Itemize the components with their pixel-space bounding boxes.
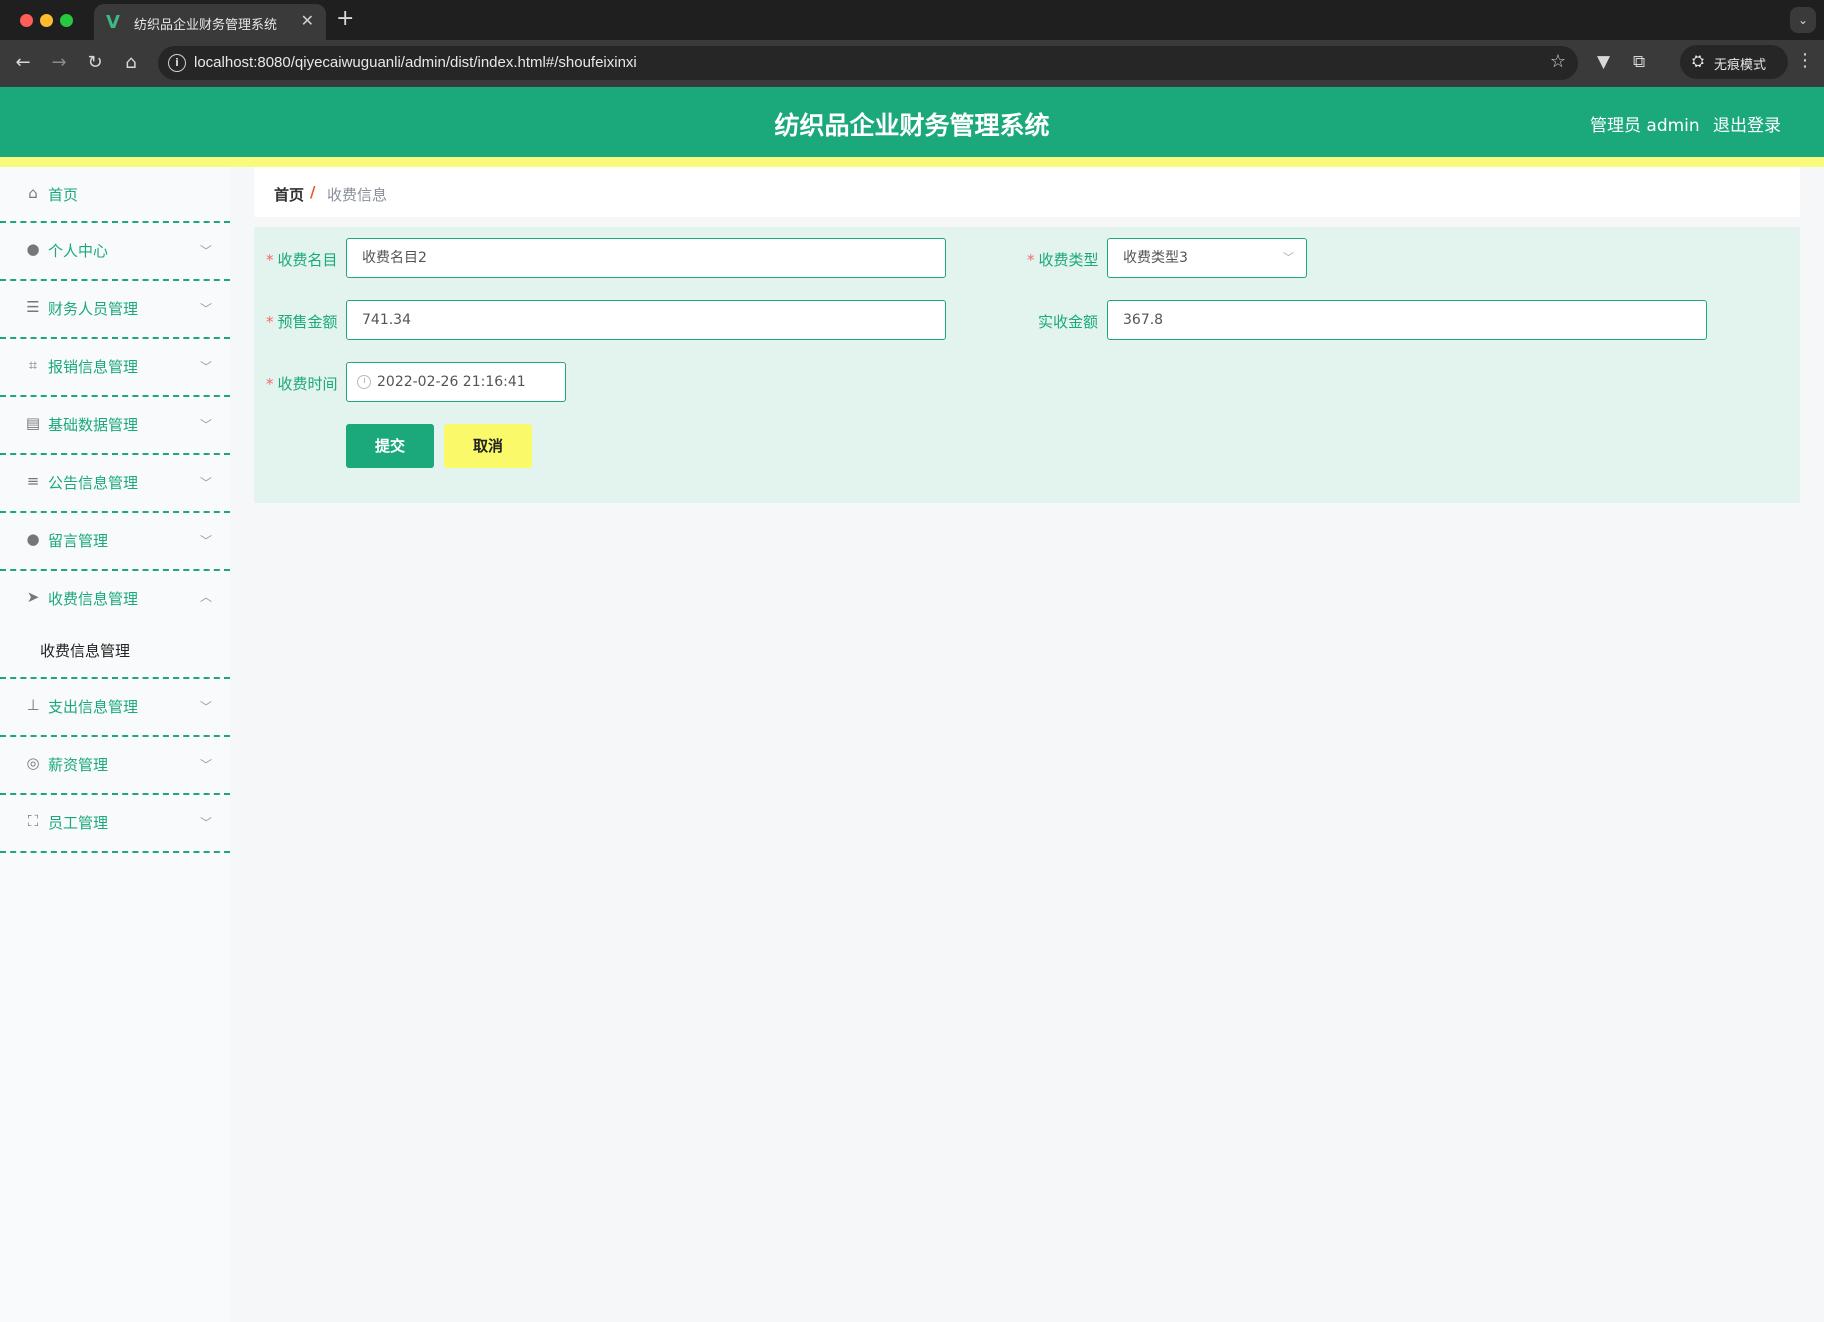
sidebar-item-label: 支出信息管理 xyxy=(48,698,139,716)
vue-devtools-icon[interactable]: ▼ xyxy=(1597,52,1610,72)
sidebar-item-label: 个人中心 xyxy=(48,242,109,260)
sidebar-item-base-data[interactable]: ▤ 基础数据管理 ﹀ xyxy=(0,397,230,455)
cancel-button[interactable]: 取消 xyxy=(444,424,532,468)
browser-toolbar: ← → ↻ ⌂ i localhost:8080/qiyecaiwuguanli… xyxy=(0,40,1824,87)
sidebar-item-label: 员工管理 xyxy=(48,814,109,832)
item-name-input[interactable]: 收费名目2 xyxy=(346,238,946,278)
current-user: 管理员 admin xyxy=(1590,116,1700,136)
new-tab-icon[interactable]: + xyxy=(336,6,354,31)
home-icon: ⌂ xyxy=(28,184,38,202)
sidebar-item-profile[interactable]: ● 个人中心 ﹀ xyxy=(0,223,230,281)
address-bar[interactable]: i localhost:8080/qiyecaiwuguanli/admin/d… xyxy=(158,46,1578,80)
chevron-down-icon: ﹀ xyxy=(200,816,213,830)
chevron-down-icon: ﹀ xyxy=(200,476,213,490)
submenu-item-charge-info[interactable]: 收费信息管理 xyxy=(40,640,130,661)
sidebar: ⌂ 首页 ● 个人中心 ﹀ ☰ 财务人员管理 ﹀ ⌗ 报销信息管理 ﹀ ▤ 基础… xyxy=(0,167,230,1322)
stamp-icon: ⊥ xyxy=(26,696,40,714)
charge-time-picker[interactable]: 2022-02-26 21:16:41 xyxy=(346,362,566,402)
list-icon: ≡ xyxy=(26,472,40,490)
close-icon[interactable]: ✕ xyxy=(301,11,314,30)
charge-time-value: 2022-02-26 21:16:41 xyxy=(377,374,526,390)
presale-amount-label: * 预售金额 xyxy=(266,313,338,331)
app-title: 纺织品企业财务管理系统 xyxy=(774,111,1050,140)
chevron-down-icon: ﹀ xyxy=(200,418,213,432)
fullscreen-icon: ⛶ xyxy=(27,812,39,830)
submit-button[interactable]: 提交 xyxy=(346,424,434,468)
sidebar-item-announcements[interactable]: ≡ 公告信息管理 ﹀ xyxy=(0,455,230,513)
back-icon[interactable]: ← xyxy=(11,52,35,73)
sidebar-item-expenses[interactable]: ⊥ 支出信息管理 ﹀ xyxy=(0,679,230,737)
breadcrumb-separator: / xyxy=(310,183,316,201)
reload-icon[interactable]: ↻ xyxy=(83,52,107,73)
sidebar-item-label: 基础数据管理 xyxy=(48,416,139,434)
sidebar-item-home[interactable]: ⌂ 首页 xyxy=(0,167,230,223)
sidebar-item-label: 收费信息管理 xyxy=(48,590,139,608)
type-label: * 收费类型 xyxy=(1027,251,1099,269)
chevron-down-icon: ﹀ xyxy=(200,700,213,714)
item-name-label: * 收费名目 xyxy=(266,251,338,269)
chevron-down-icon: ﹀ xyxy=(1283,251,1294,264)
chevron-down-icon: ﹀ xyxy=(200,758,213,772)
breadcrumb-current: 收费信息 xyxy=(327,186,388,204)
user-icon: ● xyxy=(26,530,40,548)
clipboard-icon: ▤ xyxy=(25,414,41,432)
sidebar-item-label: 首页 xyxy=(48,186,79,204)
incognito-icon: ⛭ xyxy=(1692,52,1705,70)
actual-amount-label: 实收金额 xyxy=(1038,313,1099,331)
home-icon[interactable]: ⌂ xyxy=(119,52,143,73)
sidebar-item-label: 薪资管理 xyxy=(48,756,109,774)
incognito-badge[interactable]: ⛭ 无痕模式 xyxy=(1680,45,1788,79)
sidebar-item-label: 报销信息管理 xyxy=(48,358,139,376)
app-header: 纺织品企业财务管理系统 管理员 admin 退出登录 xyxy=(0,87,1824,157)
sidebar-item-finance-staff[interactable]: ☰ 财务人员管理 ﹀ xyxy=(0,281,230,339)
browser-tabbar: V 纺织品企业财务管理系统 ✕ + ⌄ xyxy=(0,0,1824,40)
incognito-label: 无痕模式 xyxy=(1714,58,1767,73)
browser-menu-icon[interactable]: ⋮ xyxy=(1796,50,1814,71)
type-select-value: 收费类型3 xyxy=(1123,250,1188,266)
compass-icon: ◎ xyxy=(26,754,40,772)
logout-link[interactable]: 退出登录 xyxy=(1713,111,1781,136)
chevron-up-icon: ︿ xyxy=(200,590,213,604)
user-icon: ● xyxy=(26,240,40,258)
sidebar-item-label: 留言管理 xyxy=(48,532,109,550)
browser-tab[interactable]: V 纺织品企业财务管理系统 ✕ xyxy=(94,4,326,40)
sidebar-item-charges[interactable]: ➤ 收费信息管理 ︿ 收费信息管理 xyxy=(0,571,230,679)
forward-icon[interactable]: → xyxy=(47,52,71,73)
vue-logo-icon: V xyxy=(106,12,120,33)
sidebar-item-messages[interactable]: ● 留言管理 ﹀ xyxy=(0,513,230,571)
sidebar-item-label: 财务人员管理 xyxy=(48,300,139,318)
charge-form: * 收费名目 收费名目2 * 收费类型 收费类型3 ﹀ * 预售金额 741.34 实… xyxy=(254,227,1800,503)
sidebar-item-employees[interactable]: ⛶ 员工管理 ﹀ xyxy=(0,795,230,853)
clock-icon xyxy=(357,375,371,389)
header-accent-strip xyxy=(0,157,1824,167)
charge-time-label: * 收费时间 xyxy=(266,375,338,393)
chevron-down-icon: ﹀ xyxy=(200,244,213,258)
extensions-icon[interactable]: ⧉ xyxy=(1633,52,1645,72)
breadcrumb: 首页 / 收费信息 xyxy=(254,167,1800,217)
crop-icon: ⌗ xyxy=(28,356,38,374)
site-info-icon[interactable]: i xyxy=(168,54,186,72)
breadcrumb-home[interactable]: 首页 xyxy=(274,184,304,205)
url-text: localhost:8080/qiyecaiwuguanli/admin/dis… xyxy=(194,54,637,71)
send-icon: ➤ xyxy=(26,588,40,606)
minimize-window-button[interactable] xyxy=(40,14,53,27)
actual-amount-input[interactable]: 367.8 xyxy=(1107,300,1707,340)
sidebar-item-label: 公告信息管理 xyxy=(48,474,139,492)
chevron-down-icon: ﹀ xyxy=(200,534,213,548)
chevron-down-icon: ﹀ xyxy=(200,360,213,374)
close-window-button[interactable] xyxy=(20,14,33,27)
maximize-window-button[interactable] xyxy=(60,14,73,27)
chevron-down-icon: ﹀ xyxy=(200,302,213,316)
type-select[interactable]: 收费类型3 ﹀ xyxy=(1107,238,1307,278)
tab-title: 纺织品企业财务管理系统 xyxy=(134,18,278,33)
sidebar-item-salary[interactable]: ◎ 薪资管理 ﹀ xyxy=(0,737,230,795)
presale-amount-input[interactable]: 741.34 xyxy=(346,300,946,340)
tab-search-chevron-icon[interactable]: ⌄ xyxy=(1790,7,1816,33)
bookmark-star-icon[interactable]: ☆ xyxy=(1550,51,1566,72)
sliders-icon: ☰ xyxy=(26,298,40,316)
sidebar-item-reimbursement[interactable]: ⌗ 报销信息管理 ﹀ xyxy=(0,339,230,397)
